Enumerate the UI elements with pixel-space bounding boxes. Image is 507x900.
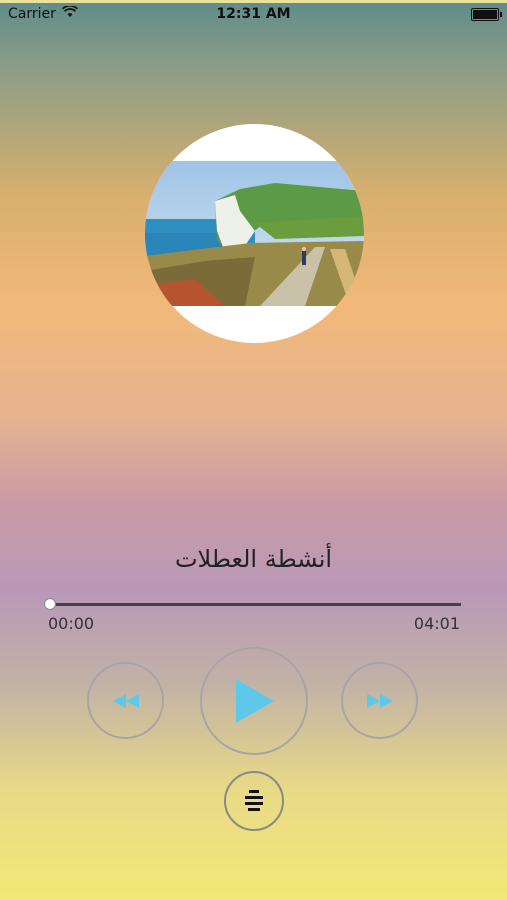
fast-forward-button[interactable] [341, 662, 418, 739]
play-icon [236, 679, 274, 723]
album-artwork [145, 124, 364, 343]
fast-forward-icon [366, 693, 393, 708]
top-accent-line [0, 0, 507, 3]
playlist-button[interactable] [224, 771, 284, 831]
rewind-icon [112, 693, 139, 708]
elapsed-time: 00:00 [48, 614, 95, 633]
status-bar: Carrier 12:31 AM [0, 4, 507, 24]
rewind-button[interactable] [87, 662, 164, 739]
progress-track[interactable] [50, 603, 461, 606]
progress-thumb[interactable] [44, 598, 56, 610]
play-button[interactable] [200, 647, 308, 755]
track-title: أنشطة العطلات [174, 545, 333, 573]
battery-icon [471, 8, 502, 21]
playlist-icon [245, 790, 263, 811]
total-duration: 04:01 [413, 614, 460, 633]
clock: 12:31 AM [216, 6, 291, 22]
